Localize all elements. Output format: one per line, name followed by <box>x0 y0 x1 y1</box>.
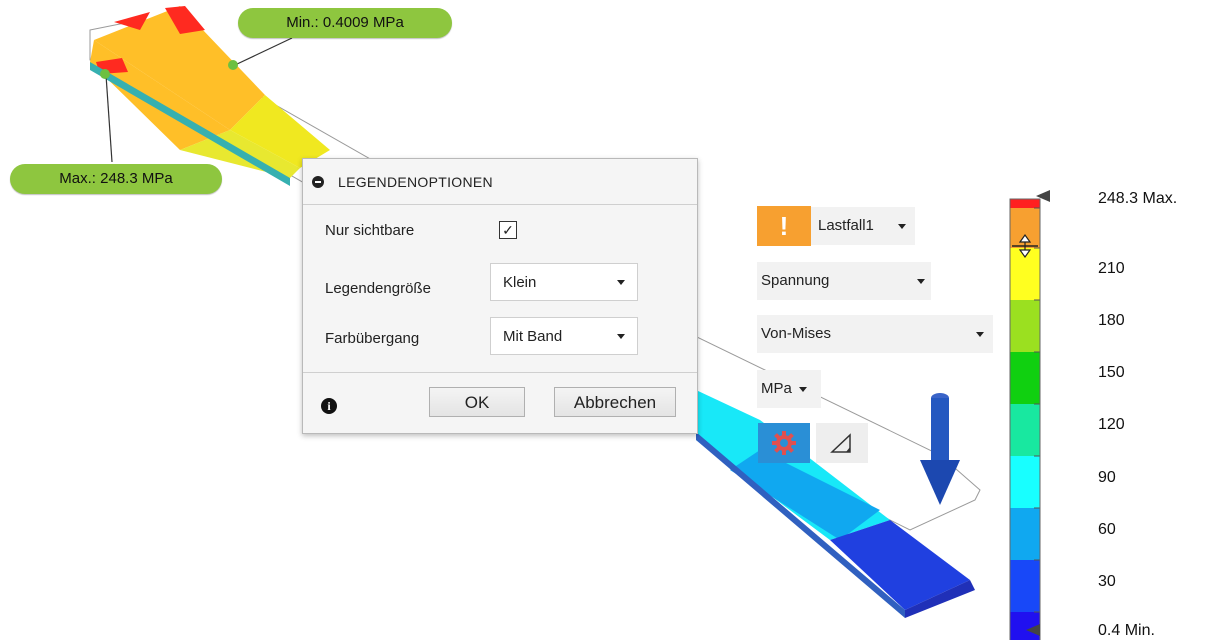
chevron-down-icon <box>976 332 984 337</box>
legend-band <box>1010 404 1040 456</box>
legend-size-label: Legendengröße <box>325 280 431 297</box>
dialog-footer: i OK Abbrechen <box>303 372 697 434</box>
unit-value: MPa <box>761 380 792 397</box>
min-leader-line <box>234 37 293 66</box>
info-icon[interactable]: i <box>321 398 337 414</box>
load-case-dropdown[interactable]: Lastfall1 <box>811 207 915 245</box>
legend-band <box>1010 300 1040 352</box>
chevron-down-icon <box>917 279 925 284</box>
chevron-down-icon <box>617 280 625 285</box>
result-type-dropdown[interactable]: Spannung <box>757 262 931 300</box>
legend-band <box>1010 560 1040 612</box>
probe-button[interactable] <box>816 423 868 463</box>
legend-band <box>1010 352 1040 404</box>
chevron-down-icon <box>799 387 807 392</box>
legend-band <box>1010 199 1040 208</box>
color-transition-value: Mit Band <box>503 327 563 345</box>
criterion-dropdown[interactable]: Von-Mises <box>757 315 993 353</box>
dialog-header[interactable]: LEGENDENOPTIONEN <box>303 159 697 205</box>
max-leader-line <box>105 74 113 163</box>
color-legend[interactable] <box>1000 190 1090 640</box>
criterion-value: Von-Mises <box>761 325 832 342</box>
warning-icon[interactable]: ! <box>757 206 811 246</box>
color-transition-select[interactable]: Mit Band <box>490 317 638 355</box>
visible-only-checkbox[interactable]: ✓ <box>499 221 517 239</box>
min-marker <box>228 60 238 70</box>
legend-tick-label: 120 <box>1098 416 1125 433</box>
legend-band <box>1010 456 1040 508</box>
gear-icon <box>772 431 796 455</box>
legend-min-label: 0.4 Min. <box>1098 622 1155 639</box>
cancel-button[interactable]: Abbrechen <box>554 387 676 417</box>
legend-size-value: Klein <box>503 273 537 291</box>
triangle-icon <box>830 433 851 453</box>
visible-only-label: Nur sichtbare <box>325 222 415 239</box>
ok-button[interactable]: OK <box>429 387 525 417</box>
max-stress-callout: Max.: 248.3 MPa <box>10 164 222 194</box>
unit-dropdown[interactable]: MPa <box>757 370 821 408</box>
color-transition-label: Farbübergang <box>325 330 420 347</box>
dialog-title: LEGENDENOPTIONEN <box>338 173 493 190</box>
legend-tick-label: 210 <box>1098 260 1125 277</box>
legend-tick-label: 30 <box>1098 573 1116 590</box>
legend-settings-button[interactable] <box>758 423 810 463</box>
legend-tick-label: 90 <box>1098 469 1116 486</box>
legend-options-dialog: LEGENDENOPTIONEN Nur sichtbare ✓ Legende… <box>302 158 698 434</box>
max-marker <box>100 69 110 79</box>
legend-tick-label: 60 <box>1098 521 1116 538</box>
chevron-down-icon <box>898 224 906 229</box>
result-type-value: Spannung <box>761 272 830 289</box>
legend-max-label: 248.3 Max. <box>1098 190 1178 207</box>
load-case-value: Lastfall1 <box>818 217 874 234</box>
legend-tick-label: 180 <box>1098 312 1125 329</box>
chevron-down-icon <box>617 334 625 339</box>
legend-size-select[interactable]: Klein <box>490 263 638 301</box>
min-stress-callout: Min.: 0.4009 MPa <box>238 8 452 38</box>
collapse-icon[interactable] <box>312 175 324 188</box>
legend-tick-label: 150 <box>1098 364 1125 381</box>
load-arrow-icon <box>920 393 960 505</box>
legend-band <box>1010 508 1040 560</box>
